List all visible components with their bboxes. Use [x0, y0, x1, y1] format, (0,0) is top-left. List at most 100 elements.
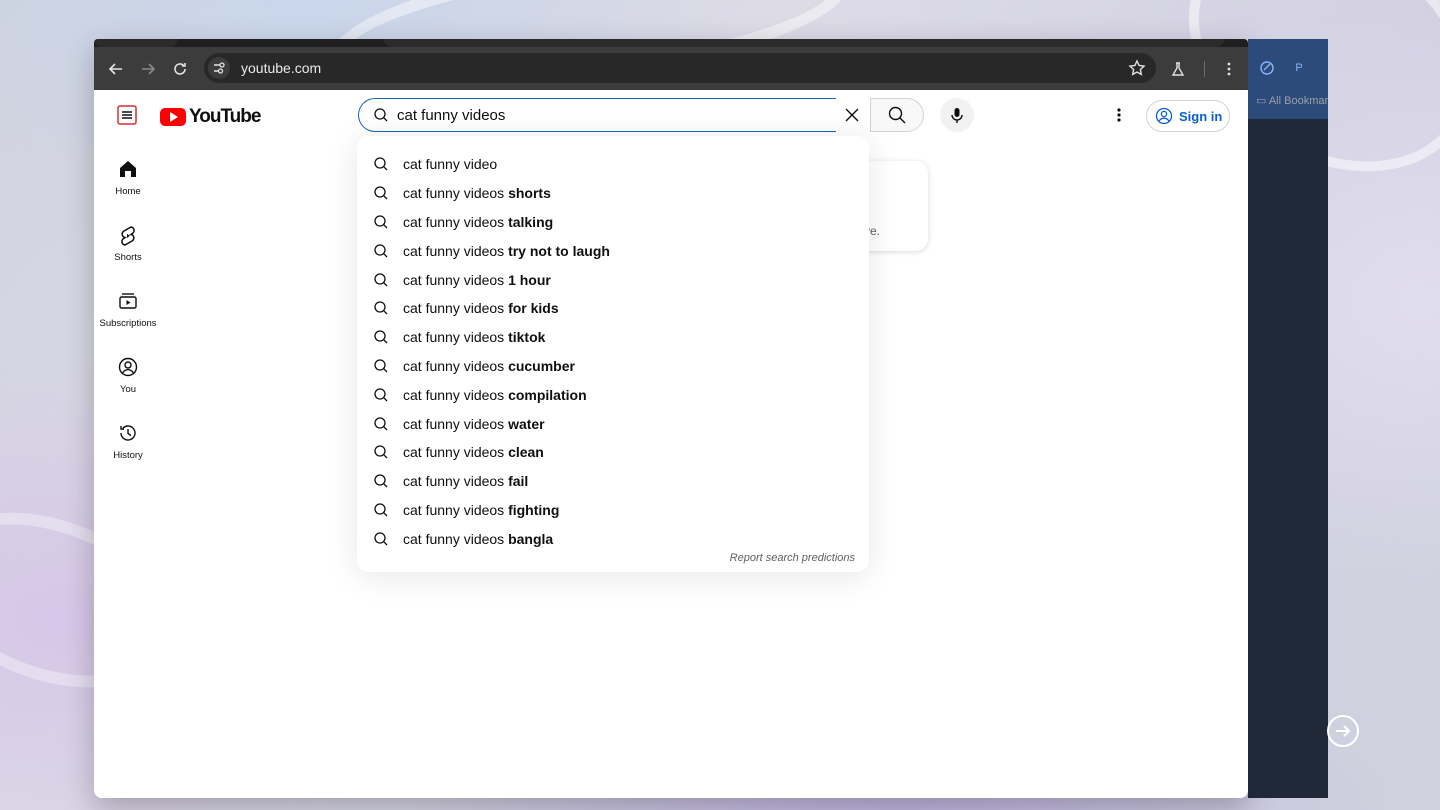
suggestion-text: cat funny videos bangla [403, 531, 553, 547]
search-suggestion-item[interactable]: cat funny videos tiktok [357, 323, 869, 352]
voice-search-button[interactable] [940, 98, 974, 132]
back-button[interactable] [100, 53, 132, 85]
youtube-play-icon [160, 108, 186, 126]
search-icon [374, 503, 388, 517]
search-icon [374, 359, 388, 373]
all-bookmarks-text: All Bookmar [1268, 95, 1328, 107]
search-icon [374, 244, 388, 258]
toolbar-divider [1204, 61, 1205, 77]
search-input[interactable] [397, 103, 817, 127]
guide-menu-icon[interactable] [117, 105, 137, 125]
search-suggestion-item[interactable]: cat funny videos talking [357, 208, 869, 237]
forward-button[interactable] [132, 53, 164, 85]
search-box[interactable] [358, 98, 836, 132]
account-circle-icon [1155, 107, 1173, 125]
next-arrow-button[interactable] [1327, 715, 1359, 747]
search-icon [374, 186, 388, 200]
search-suggestion-item[interactable]: cat funny videos compilation [357, 380, 869, 409]
guide-rail: Home Shorts Subscriptions You History [98, 144, 158, 474]
settings-menu-button[interactable] [1102, 98, 1136, 132]
browser-menu-button[interactable] [1213, 53, 1245, 85]
suggestion-completion: tiktok [508, 329, 546, 346]
suggestion-prefix: cat funny videos [403, 185, 509, 202]
rail-item-subscriptions[interactable]: Subscriptions [98, 276, 158, 342]
suggestion-prefix: cat funny videos [403, 357, 509, 374]
shorts-icon [121, 226, 135, 246]
report-search-predictions-link[interactable]: Report search predictions [730, 552, 855, 564]
suggestion-prefix: cat funny videos [403, 213, 509, 230]
folder-icon: ▭ [1256, 95, 1269, 107]
rail-item-history[interactable]: History [98, 408, 158, 474]
rail-label-history: History [113, 450, 143, 461]
microphone-icon [951, 108, 963, 123]
rail-label-home: Home [115, 186, 141, 197]
rail-item-shorts[interactable]: Shorts [98, 210, 158, 276]
sign-in-button[interactable]: Sign in [1146, 100, 1230, 132]
reload-button[interactable] [164, 53, 196, 85]
suggestion-prefix: cat funny videos [403, 300, 509, 317]
browser-side-panel: P ▭ All Bookmar [1248, 39, 1328, 798]
suggestion-text: cat funny videos fighting [403, 502, 559, 518]
search-suggestion-item[interactable]: cat funny videos fail [357, 467, 869, 496]
suggestion-prefix: cat funny videos [403, 530, 509, 547]
suggestion-completion: try not to laugh [508, 242, 610, 259]
suggestion-completion: compilation [508, 386, 587, 403]
labs-button[interactable] [1162, 53, 1194, 85]
suggestion-prefix: cat funny videos [403, 473, 509, 490]
search-icon [374, 301, 388, 315]
search-suggestion-item[interactable]: cat funny videos bangla [357, 524, 869, 553]
rail-label-you: You [119, 384, 137, 395]
search-icon [888, 106, 906, 124]
rail-label-subscriptions: Subscriptions [99, 318, 157, 329]
suggestion-completion: fighting [508, 501, 560, 518]
clear-search-button[interactable] [836, 98, 868, 132]
arrow-right-icon [1336, 725, 1351, 737]
rail-label-shorts: Shorts [114, 252, 142, 263]
suggestion-text: cat funny video [403, 156, 497, 172]
extension-icon[interactable] [1258, 59, 1276, 77]
suggestion-completion: fail [508, 473, 529, 490]
bookmark-star-icon[interactable] [1128, 59, 1146, 77]
suggestion-completion: water [508, 415, 545, 432]
suggestion-text: cat funny videos try not to laugh [403, 243, 610, 259]
side-panel-header: P ▭ All Bookmar [1248, 39, 1328, 119]
suggestion-prefix: cat funny videos [403, 444, 509, 461]
reload-icon [174, 62, 186, 75]
search-icon [374, 108, 388, 122]
search-icon [374, 474, 388, 488]
profile-avatar[interactable]: P [1290, 59, 1308, 77]
suggestion-prefix: cat funny video [403, 156, 498, 173]
search-suggestion-item[interactable]: cat funny videos shorts [357, 179, 869, 208]
suggestion-completion: bangla [508, 530, 554, 547]
youtube-logo[interactable]: YouTube [160, 106, 261, 128]
search-button[interactable] [870, 98, 924, 132]
search-suggestion-item[interactable]: cat funny videos water [357, 409, 869, 438]
site-info-icon[interactable] [208, 57, 230, 79]
address-bar[interactable]: youtube.com [204, 53, 1156, 83]
search-suggestion-item[interactable]: cat funny videos cucumber [357, 352, 869, 381]
browser-window: youtube.com YouTube cat funny videos Sig… [94, 39, 1248, 798]
suggestion-text: cat funny videos talking [403, 214, 553, 230]
suggestion-text: cat funny videos 1 hour [403, 272, 551, 288]
rail-item-you[interactable]: You [98, 342, 158, 408]
search-icon [374, 532, 388, 546]
all-bookmarks-label[interactable]: ▭ All Bookmar [1256, 94, 1328, 107]
search-suggestion-item[interactable]: cat funny videos fighting [357, 496, 869, 525]
search-icon [374, 330, 388, 344]
search-suggestion-item[interactable]: cat funny video [357, 150, 869, 179]
kebab-menu-icon [1227, 62, 1231, 75]
youtube-page: YouTube Sign in Home [94, 90, 1248, 798]
search-icon [374, 445, 388, 459]
suggestion-text: cat funny videos shorts [403, 185, 551, 201]
suggestion-completion: talking [508, 213, 554, 230]
home-icon [120, 161, 136, 177]
history-icon [120, 425, 136, 441]
search-icon [374, 416, 388, 431]
rail-item-home[interactable]: Home [98, 144, 158, 210]
search-suggestion-item[interactable]: cat funny videos try not to laugh [357, 236, 869, 265]
search-suggestion-item[interactable]: cat funny videos for kids [357, 294, 869, 323]
suggestion-completion: cucumber [508, 357, 575, 374]
search-suggestion-item[interactable]: cat funny videos clean [357, 438, 869, 467]
suggestion-text: cat funny videos fail [403, 473, 528, 489]
search-suggestion-item[interactable]: cat funny videos 1 hour [357, 265, 869, 294]
